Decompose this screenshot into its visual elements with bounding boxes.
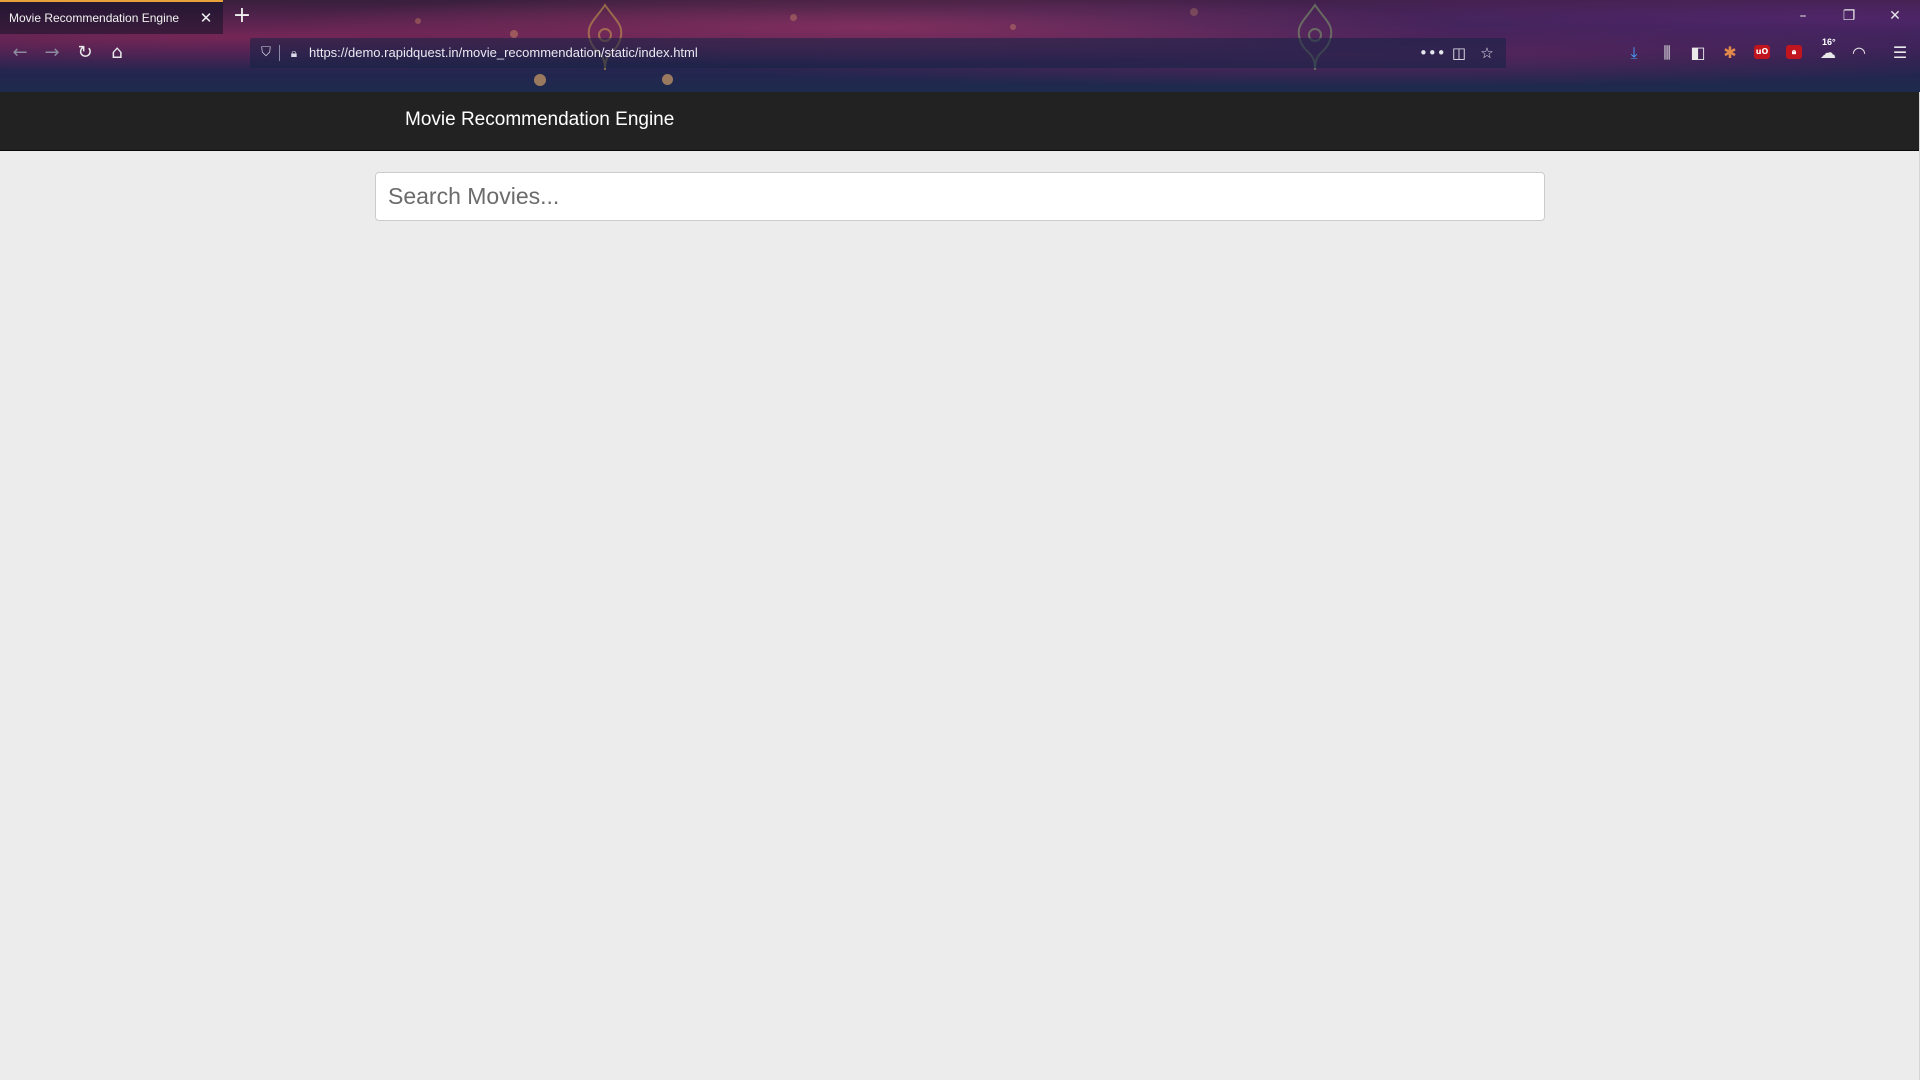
- extension-icon[interactable]: ✱: [1718, 41, 1742, 65]
- lock-extension-icon[interactable]: 🔒︎: [1786, 45, 1802, 59]
- reload-icon[interactable]: ↻: [73, 41, 97, 65]
- theme-decoration: [534, 74, 546, 86]
- home-icon[interactable]: ⌂: [105, 41, 129, 65]
- theme-decoration: [1010, 24, 1016, 30]
- pocket-icon[interactable]: ◫: [1448, 43, 1470, 63]
- close-icon[interactable]: ✕: [198, 10, 214, 26]
- url-text[interactable]: https://demo.rapidquest.in/movie_recomme…: [309, 45, 698, 60]
- navbar-brand[interactable]: Movie Recommendation Engine: [405, 109, 674, 131]
- profile-icon[interactable]: ◠: [1847, 41, 1871, 65]
- back-icon[interactable]: ←: [8, 41, 32, 65]
- restore-icon[interactable]: ❐: [1829, 4, 1869, 28]
- menu-icon[interactable]: ☰: [1888, 41, 1912, 65]
- temperature-badge: 16°: [1822, 37, 1836, 47]
- tab-title: Movie Recommendation Engine: [9, 11, 180, 25]
- lock-icon[interactable]: 🔒︎: [287, 44, 301, 62]
- browser-chrome: Movie Recommendation Engine ✕ + – ❐ ✕ ← …: [0, 0, 1920, 92]
- browser-tab[interactable]: Movie Recommendation Engine ✕: [0, 0, 223, 34]
- tracking-protection-icon[interactable]: ⛉: [258, 44, 274, 62]
- search-container: [375, 172, 1545, 221]
- url-divider: [279, 45, 280, 61]
- theme-decoration: [662, 74, 673, 85]
- window-close-icon[interactable]: ✕: [1875, 4, 1915, 28]
- search-input[interactable]: [375, 172, 1545, 221]
- bookmark-star-icon[interactable]: ☆: [1476, 43, 1498, 63]
- library-icon[interactable]: ⫼: [1655, 41, 1679, 65]
- sidebar-icon[interactable]: ◧: [1686, 41, 1710, 65]
- forward-icon[interactable]: →: [40, 41, 64, 65]
- ublock-icon[interactable]: uO: [1754, 45, 1770, 59]
- theme-decoration: [1190, 8, 1198, 16]
- theme-decoration: [415, 18, 421, 24]
- theme-decoration: [790, 14, 797, 21]
- theme-decoration: [510, 30, 518, 38]
- url-bar[interactable]: ⛉ 🔒︎ https://demo.rapidquest.in/movie_re…: [250, 38, 1506, 68]
- page-actions-icon[interactable]: •••: [1419, 43, 1446, 63]
- minimize-icon[interactable]: –: [1783, 4, 1823, 28]
- site-navbar: Movie Recommendation Engine: [0, 92, 1920, 151]
- plus-icon[interactable]: +: [230, 4, 254, 28]
- download-icon[interactable]: ⤓: [1622, 41, 1646, 65]
